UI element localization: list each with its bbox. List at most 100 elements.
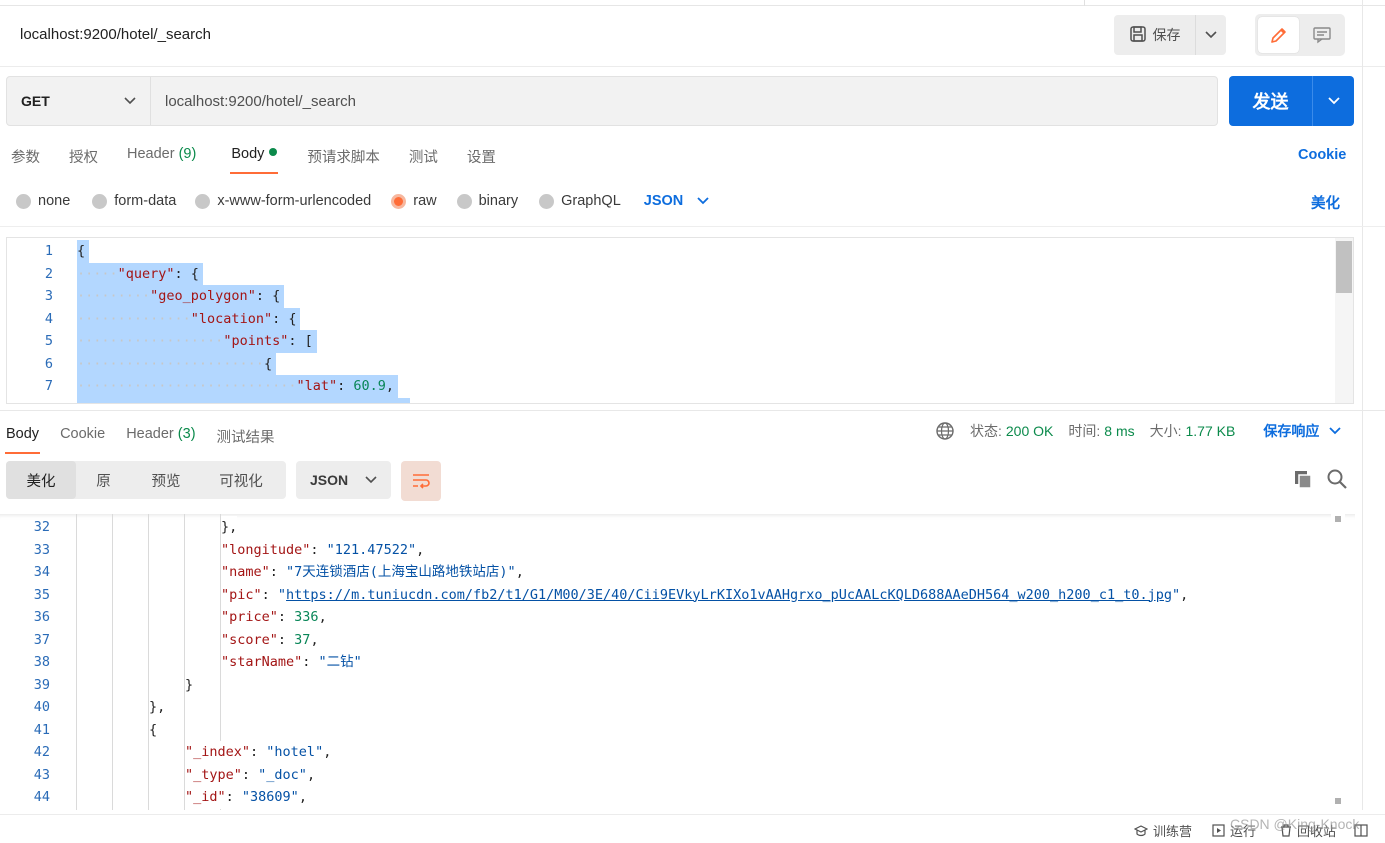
method-label: GET [21, 93, 50, 109]
code-token: "_type" [185, 766, 242, 783]
body-language-select[interactable]: JSON [644, 193, 710, 209]
code-token: : [277, 609, 295, 625]
response-body-viewer[interactable]: 32}, 33 "longitude": "121.47522", 34 "name":… [0, 514, 1355, 810]
response-language-select[interactable]: JSON [296, 461, 391, 499]
copy-icon[interactable] [1292, 468, 1314, 495]
tab-response-body[interactable]: Body [4, 420, 41, 454]
save-dropdown[interactable] [1196, 15, 1226, 55]
format-pretty-button[interactable]: 美化 [6, 461, 76, 499]
tab-response-cookies[interactable]: Cookie [60, 420, 105, 454]
view-mode-toggle[interactable] [1255, 14, 1345, 56]
code-token: : { [174, 265, 199, 282]
size-value[interactable]: 1.77 KB [1186, 423, 1236, 439]
wrap-lines-icon [413, 474, 430, 489]
chevron-down-icon [365, 476, 377, 484]
viewer-scrollbar[interactable] [1331, 514, 1345, 810]
cookies-link[interactable]: Cookie [1298, 147, 1346, 163]
tab-label: 测试结果 [216, 430, 275, 446]
code-token: } [185, 676, 194, 693]
time-value[interactable]: 8 ms [1104, 423, 1134, 439]
search-icon[interactable] [1326, 468, 1348, 495]
code-line: 7 ···························"lat": 60.9, [7, 375, 1327, 398]
request-body-editor[interactable]: 1{2 ·····"query": {3 ·········"geo_polygon… [6, 237, 1354, 404]
save-response-button[interactable]: 保存响应 [1263, 421, 1341, 441]
edit-mode-button[interactable] [1258, 17, 1299, 53]
radio-form-data[interactable]: form-data [92, 193, 176, 209]
line-number: 5 [44, 333, 53, 349]
chevron-down-icon [1205, 31, 1217, 39]
tab-headers[interactable]: Header (9) [127, 140, 196, 174]
status-value[interactable]: 200 OK [1006, 423, 1053, 439]
format-raw-button[interactable]: 原 [76, 461, 131, 499]
scrollbar-thumb[interactable] [1336, 241, 1352, 293]
save-icon [1129, 25, 1147, 46]
send-dropdown[interactable] [1313, 76, 1354, 126]
scroll-down-arrow[interactable] [1335, 798, 1341, 804]
tab-settings[interactable]: 设置 [467, 140, 496, 174]
code-token: : [310, 541, 327, 558]
bootcamp-button[interactable]: 训练营 [1134, 821, 1192, 840]
radio-none[interactable]: none [16, 193, 70, 209]
chevron-down-icon [697, 197, 709, 205]
radio-binary[interactable]: binary [456, 193, 518, 209]
url-input[interactable]: localhost:9200/hotel/_search [151, 77, 1217, 125]
code-text: ··················"points": [ [77, 330, 317, 353]
method-select[interactable]: GET [7, 77, 151, 125]
code-text: ·········"geo_polygon": { [77, 285, 285, 308]
tab-label: 参数 [11, 150, 40, 166]
tab-test-results[interactable]: 测试结果 [217, 420, 275, 454]
line-number: 39 [33, 676, 50, 693]
tab-params[interactable]: 参数 [11, 140, 40, 174]
code-line: 1{ [7, 240, 1327, 263]
send-button-group[interactable]: 发送 [1229, 76, 1354, 126]
wrap-lines-button[interactable] [401, 461, 441, 501]
scroll-up-arrow[interactable] [1335, 516, 1341, 522]
code-token: , [318, 609, 327, 625]
code-token: , [310, 631, 319, 648]
code-token: "longitude" [221, 541, 311, 558]
tab-response-headers[interactable]: Header (3) [126, 420, 195, 454]
code-token: : [250, 744, 267, 760]
editor-scrollbar[interactable] [1335, 238, 1353, 403]
code-line: 4 ··············"location": { [7, 307, 1327, 330]
header-divider [0, 66, 1385, 67]
code-token: : [269, 564, 287, 580]
code-token: : [261, 586, 278, 603]
code-text: { [77, 240, 90, 263]
code-token: "query" [117, 265, 175, 282]
code-token: https://m.tuniucdn.com/fb2/t1/G1/M00/3E/… [286, 586, 1172, 603]
comment-mode-button[interactable] [1301, 17, 1342, 53]
globe-icon[interactable] [935, 421, 955, 441]
tab-label: 预请求脚本 [307, 150, 380, 166]
code-token: : [337, 378, 354, 394]
code-text: "_id": "38609", [185, 786, 307, 809]
request-title[interactable]: localhost:9200/hotel/_search [20, 26, 211, 43]
code-token: "pic" [221, 586, 262, 603]
code-text: }, [221, 516, 238, 539]
request-tabs: 参数 授权 Header (9) Body 预请求脚本 测试 设置 [0, 140, 496, 174]
code-line: 2 ·····"query": { [7, 262, 1327, 285]
code-token: "_index" [185, 744, 251, 760]
language-label: JSON [643, 193, 684, 209]
tab-pre-request-script[interactable]: 预请求脚本 [307, 140, 380, 174]
comment-icon [1312, 27, 1331, 44]
pencil-icon [1270, 28, 1286, 43]
pane-divider[interactable] [0, 410, 1385, 411]
beautify-button[interactable]: 美化 [1311, 192, 1340, 213]
radio-graphql[interactable]: GraphQL [539, 193, 621, 209]
radio-urlencoded[interactable]: x-www-form-urlencoded [195, 193, 371, 209]
tab-auth[interactable]: 授权 [69, 140, 98, 174]
radio-raw[interactable]: raw [391, 193, 437, 209]
save-button[interactable]: 保存 [1114, 15, 1196, 55]
code-line: 41 { [0, 718, 1330, 741]
radio-circle [92, 193, 108, 209]
code-line: 38 "starName": "二钻" [0, 651, 1330, 674]
code-line: 39} [0, 673, 1330, 696]
code-line: 6 ·······················{ [7, 352, 1327, 375]
tab-body[interactable]: Body [230, 140, 279, 174]
format-visualize-button[interactable]: 可视化 [201, 461, 281, 499]
tab-tests[interactable]: 测试 [409, 140, 438, 174]
save-button-group[interactable]: 保存 [1114, 15, 1226, 55]
send-button[interactable]: 发送 [1229, 76, 1313, 126]
format-preview-button[interactable]: 预览 [131, 461, 201, 499]
